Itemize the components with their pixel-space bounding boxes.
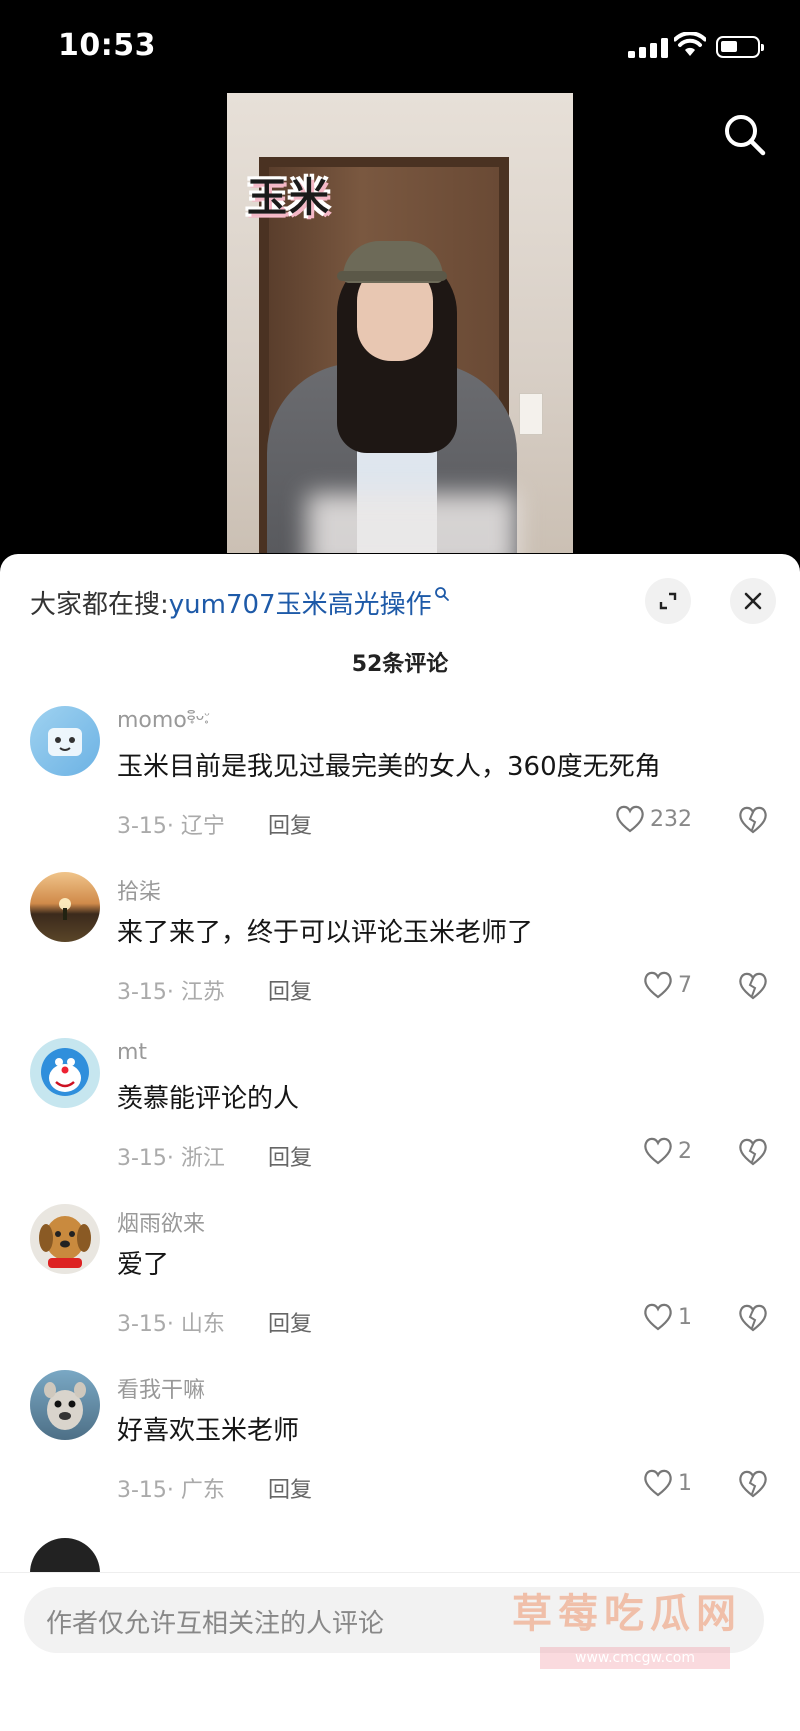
like-count: 232 (650, 806, 692, 832)
comment-username[interactable]: 烟雨欲来 (117, 1206, 205, 1238)
like-button[interactable]: 1 (642, 1468, 692, 1498)
heart-icon (644, 1469, 672, 1497)
comment-item: 烟雨欲来 爱了 3-15· 山东 回复 1 (0, 1202, 800, 1368)
heart-icon (616, 805, 644, 833)
comment-text: 好喜欢玉米老师 (117, 1416, 300, 1446)
like-count: 1 (678, 1304, 692, 1330)
comment-item-partial (0, 1534, 800, 1608)
like-button[interactable]: 2 (642, 1136, 692, 1166)
wifi-icon (674, 32, 706, 56)
video-sticker-text: 玉米 (247, 175, 331, 221)
reply-button[interactable]: 回复 (268, 808, 312, 840)
avatar[interactable] (30, 1370, 100, 1440)
search-icon (434, 587, 449, 601)
reply-button[interactable]: 回复 (268, 1140, 312, 1172)
battery-icon (716, 36, 764, 58)
hot-search-prefix: 大家都在搜: (30, 590, 169, 620)
comment-date-location: 3-15· 辽宁 (117, 814, 225, 839)
comment-text: 玉米目前是我见过最完美的女人，360度无死角 (117, 752, 661, 782)
like-count: 7 (678, 972, 692, 998)
comment-item: momoⵓ̥ᴗᵕ̥ 玉米目前是我见过最完美的女人，360度无死角 3-15· 辽… (0, 704, 800, 870)
comment-panel: 大家都在搜:yum707玉米高光操作 52条评论 momoⵓ̥ᴗᵕ̥ 玉米目前是… (0, 554, 800, 1731)
expand-icon (659, 592, 677, 610)
reply-button[interactable]: 回复 (268, 1472, 312, 1504)
status-bar: 10:53 (0, 0, 800, 90)
comment-username[interactable]: momoⵓ̥ᴗᵕ̥ (117, 708, 210, 733)
heart-icon (644, 1137, 672, 1165)
comment-input-bar: 作者仅允许互相关注的人评论 草莓吃瓜网 www.cmcgw.com (0, 1572, 800, 1731)
like-button[interactable]: 1 (642, 1302, 692, 1332)
comment-item: mt 羡慕能评论的人 3-15· 浙江 回复 2 (0, 1036, 800, 1202)
comment-text: 爱了 (117, 1250, 170, 1280)
watermark-text: 草莓吃瓜网 (512, 1591, 742, 1637)
comment-item: 拾柒 来了来了，终于可以评论玉米老师了 3-15· 江苏 回复 7 (0, 870, 800, 1036)
comment-date-location: 3-15· 广东 (117, 1478, 225, 1503)
expand-button[interactable] (645, 578, 691, 624)
dislike-heart-icon[interactable] (736, 970, 770, 1002)
hot-search-bar[interactable]: 大家都在搜:yum707玉米高光操作 (30, 584, 450, 621)
comment-input-placeholder: 作者仅允许互相关注的人评论 (46, 1609, 385, 1639)
dislike-heart-icon[interactable] (736, 1302, 770, 1334)
avatar[interactable] (30, 1204, 100, 1274)
video-switch (519, 393, 543, 435)
comment-username[interactable]: mt (117, 1040, 147, 1065)
comment-username[interactable]: 看我干嘛 (117, 1372, 205, 1404)
status-time: 10:53 (58, 28, 156, 63)
heart-icon (644, 971, 672, 999)
dislike-heart-icon[interactable] (736, 1136, 770, 1168)
like-button[interactable]: 7 (642, 970, 692, 1000)
signal-icon (628, 38, 670, 58)
comment-date-location: 3-15· 山东 (117, 1312, 225, 1337)
avatar[interactable] (30, 706, 100, 776)
comment-list[interactable]: momoⵓ̥ᴗᵕ̥ 玉米目前是我见过最完美的女人，360度无死角 3-15· 辽… (0, 704, 800, 1608)
dislike-heart-icon[interactable] (736, 804, 770, 836)
like-count: 1 (678, 1470, 692, 1496)
heart-icon (644, 1303, 672, 1331)
dislike-heart-icon[interactable] (736, 1468, 770, 1500)
video-blur (307, 493, 517, 553)
watermark-url: www.cmcgw.com (540, 1647, 730, 1669)
search-icon[interactable] (720, 110, 770, 160)
comment-date-location: 3-15· 浙江 (117, 1146, 225, 1171)
close-icon (744, 592, 762, 610)
comment-date-location: 3-15· 江苏 (117, 980, 225, 1005)
reply-button[interactable]: 回复 (268, 1306, 312, 1338)
close-button[interactable] (730, 578, 776, 624)
comment-text: 来了来了，终于可以评论玉米老师了 (117, 918, 534, 948)
comment-text: 羡慕能评论的人 (117, 1084, 300, 1114)
hot-search-keyword[interactable]: yum707玉米高光操作 (169, 590, 432, 620)
like-count: 2 (678, 1138, 692, 1164)
username-emoticon: ⵓ̥ᴗᵕ̥ (186, 708, 210, 724)
comment-count: 52条评论 (351, 652, 449, 677)
video-player[interactable]: 玉米 (227, 93, 573, 553)
video-person-brim (337, 271, 447, 281)
comment-username[interactable]: 拾柒 (117, 874, 161, 906)
reply-button[interactable]: 回复 (268, 974, 312, 1006)
comment-item: 看我干嘛 好喜欢玉米老师 3-15· 广东 回复 1 (0, 1368, 800, 1534)
avatar[interactable] (30, 1038, 100, 1108)
like-button[interactable]: 232 (614, 804, 692, 834)
avatar[interactable] (30, 872, 100, 942)
